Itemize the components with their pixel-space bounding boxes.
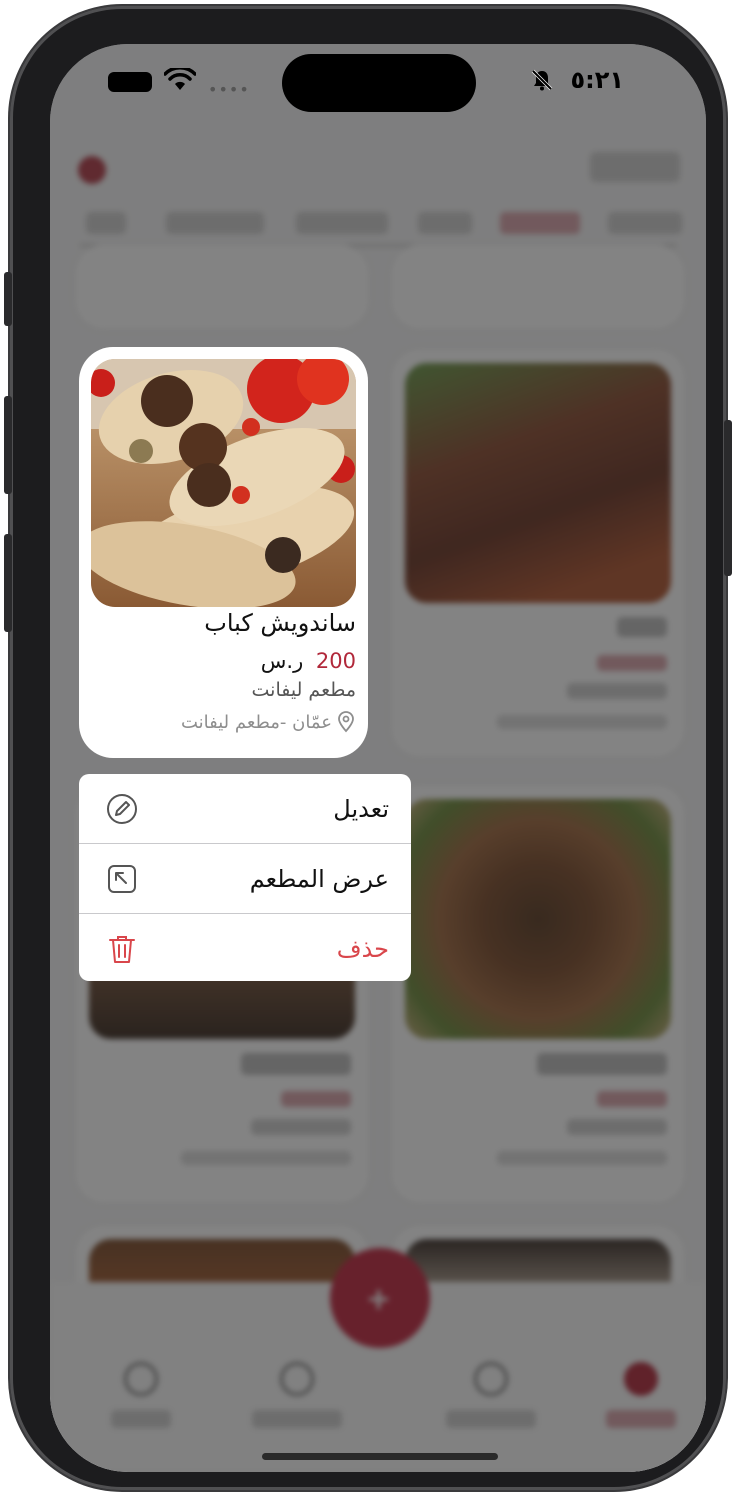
menu-item-edit[interactable]: تعديل bbox=[79, 774, 411, 843]
menu-label-view-restaurant: عرض المطعم bbox=[249, 864, 389, 893]
edit-icon bbox=[107, 793, 137, 824]
signal-dots-icon: •••• bbox=[208, 80, 250, 99]
restaurant-name: مطعم ليفانت bbox=[251, 679, 356, 701]
food-image bbox=[91, 359, 356, 607]
dim-overlay[interactable] bbox=[50, 44, 706, 1472]
volume-up-button bbox=[4, 396, 12, 494]
home-indicator[interactable] bbox=[262, 1453, 498, 1460]
trash-icon bbox=[109, 935, 135, 963]
status-time: ٥:٢١ bbox=[570, 66, 624, 94]
bell-slash-icon bbox=[531, 69, 553, 91]
menu-item-view-restaurant[interactable]: عرض المطعم bbox=[79, 844, 411, 913]
currency-label: ر.س bbox=[260, 649, 304, 673]
power-button bbox=[724, 420, 732, 576]
food-price: 200 bbox=[315, 649, 356, 673]
focused-food-card[interactable]: ساندويش كباب 200 ر.س مطعم ليفانت عمّان -… bbox=[79, 347, 368, 758]
location-row: عمّان -مطعم ليفانت bbox=[181, 711, 356, 733]
kebab-sandwich-image bbox=[91, 359, 356, 607]
location-pin-icon bbox=[338, 711, 354, 733]
mute-switch bbox=[4, 272, 12, 326]
phone-frame: + •••• ٥:٢١ bbox=[4, 6, 732, 1490]
wifi-icon bbox=[164, 68, 196, 90]
menu-item-delete[interactable]: حذف bbox=[79, 914, 411, 981]
open-external-icon bbox=[108, 864, 136, 893]
dynamic-island bbox=[282, 54, 476, 112]
menu-label-edit: تعديل bbox=[333, 794, 389, 823]
screen: + •••• ٥:٢١ bbox=[50, 44, 706, 1472]
menu-label-delete: حذف bbox=[336, 934, 389, 963]
battery-icon bbox=[108, 72, 152, 92]
volume-down-button bbox=[4, 534, 12, 632]
location-text: عمّان -مطعم ليفانت bbox=[180, 711, 332, 733]
food-name: ساندويش كباب bbox=[204, 609, 356, 637]
context-menu: تعديل عرض المطعم حذف bbox=[79, 774, 411, 981]
price-row: 200 ر.س bbox=[261, 649, 356, 673]
